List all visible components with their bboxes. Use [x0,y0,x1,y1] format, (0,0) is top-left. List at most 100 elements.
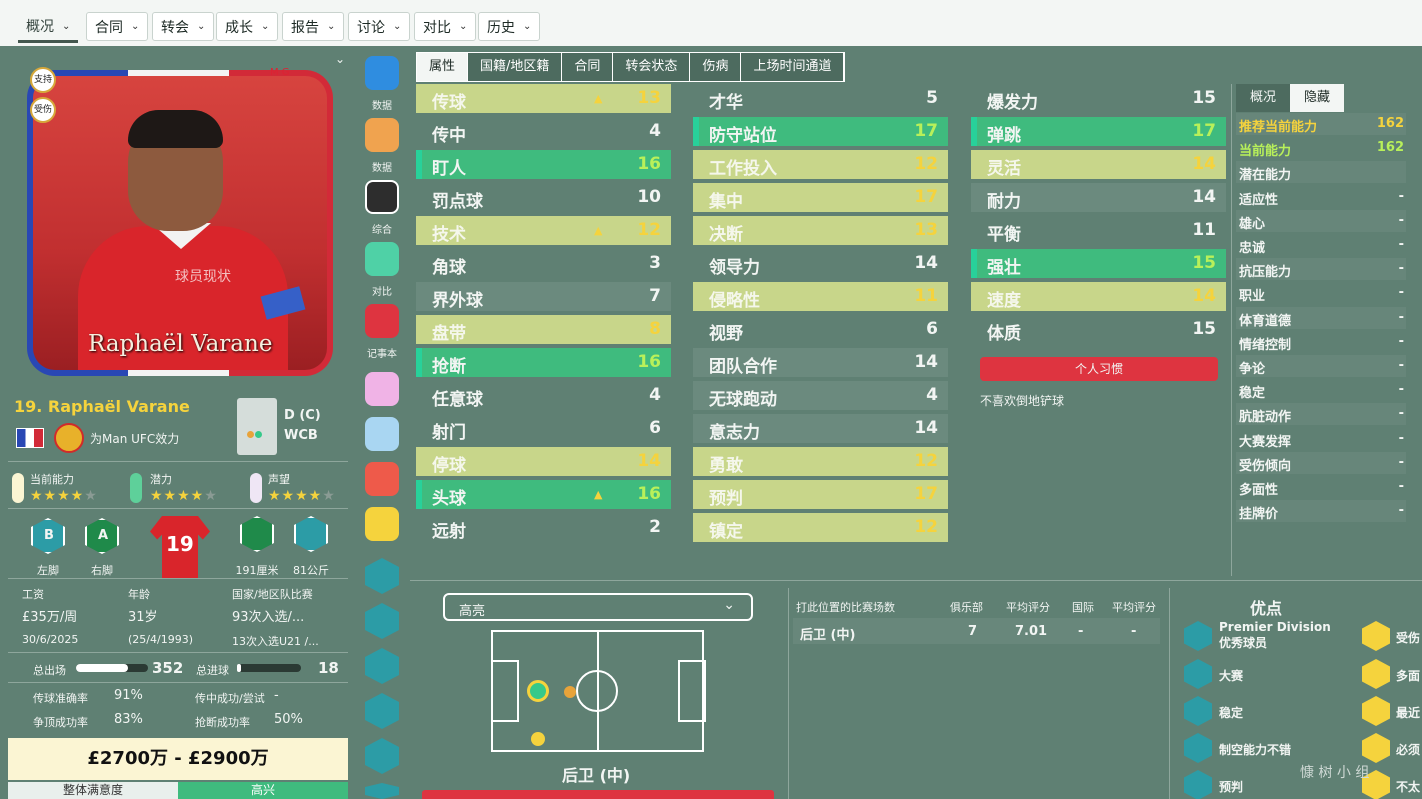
extra-icon[interactable] [365,783,399,799]
weakness-item[interactable]: 最近 [1396,704,1420,721]
table-header[interactable]: 国际 [1072,599,1094,615]
tab-contract[interactable]: 合同 [562,53,614,81]
hidden-attribute-row[interactable]: 抗压能力 - [1236,258,1406,281]
intl-caps[interactable]: 93次入选/... [232,606,304,625]
attribute-row[interactable]: 勇敢 12 [693,447,948,476]
weakness-item[interactable]: 不太 [1396,778,1420,795]
hidden-attribute-row[interactable]: 忠诚 - [1236,234,1406,256]
bulb-icon[interactable] [365,738,399,774]
hidden-attribute-row[interactable]: 争论 - [1236,355,1406,377]
attribute-row[interactable]: 视野 6 [693,315,948,344]
attribute-row[interactable]: 意志力 14 [693,414,948,443]
attribute-row[interactable]: 停球 14 [416,447,671,476]
target-icon[interactable] [365,648,399,684]
transfer-value[interactable]: £2700万 - £2900万 [8,738,348,780]
attribute-row[interactable]: 体质 15 [971,315,1226,344]
injury-badge[interactable]: 受伤 [30,97,56,123]
attribute-row[interactable]: 抢断 16 [416,348,671,377]
strength-item[interactable]: 制空能力不错 [1219,741,1291,758]
attribute-row[interactable]: 强壮 15 [971,249,1226,278]
attribute-row[interactable]: 技术 12 ▲ [416,216,671,245]
attribute-row[interactable]: 射门 6 [416,414,671,443]
attribute-row[interactable]: 才华 5 [693,84,948,113]
u21-caps[interactable]: 13次入选U21 /... [232,633,319,649]
video-icon[interactable] [365,118,399,152]
club-text[interactable]: 为Man UFC效力 [90,430,179,447]
attribute-row[interactable]: 任意球 4 [416,381,671,410]
support-badge[interactable]: 支持 [30,67,56,93]
club-crest-icon[interactable] [54,423,84,453]
hidden-attribute-row[interactable]: 受伤倾向 - [1236,451,1406,474]
attribute-row[interactable]: 远射 2 [416,513,671,542]
hidden-attribute-row[interactable]: 职业 - [1236,282,1406,304]
morale-bar[interactable]: 整体满意度 高兴 [8,782,348,799]
attribute-row[interactable]: 镇定 12 [693,513,948,542]
bookmark-icon[interactable] [365,242,399,276]
nav-development[interactable]: 成长 ⌄ [216,12,279,41]
boot-icon[interactable] [365,693,399,729]
hidden-attribute-row[interactable]: 潜在能力 [1236,161,1406,184]
nav-overview[interactable]: 概况 ⌄ [18,12,79,43]
attribute-row[interactable]: 平衡 11 [971,216,1226,245]
hidden-attribute-row[interactable]: 适应性 - [1236,186,1406,208]
hidden-attribute-row[interactable]: 大赛发挥 - [1236,428,1406,450]
nav-transfer[interactable]: 转会 ⌄ [152,12,215,41]
tab-transfer-status[interactable]: 转会状态 [613,53,691,81]
star-icon[interactable] [365,558,399,594]
tab-nationality[interactable]: 国籍/地区籍 [468,53,563,81]
table-header[interactable]: 平均评分 [1112,599,1156,615]
strength-item[interactable]: Premier Division优秀球员 [1219,620,1339,651]
hidden-attribute-row[interactable]: 当前能力 162 [1236,137,1406,159]
strength-item[interactable]: 稳定 [1219,704,1243,721]
attribute-row[interactable]: 罚点球 10 [416,183,671,212]
attribute-row[interactable]: 工作投入 12 [693,150,948,179]
attribute-row[interactable]: 传球 13 ▲ [416,84,671,113]
tab-hidden[interactable]: 隐藏 [1290,84,1344,112]
whistle-icon[interactable] [365,603,399,639]
red-action-bar[interactable] [422,790,774,799]
tab-playing-time[interactable]: 上场时间通道 [741,53,845,81]
attribute-row[interactable]: 角球 3 [416,249,671,278]
table-header[interactable]: 俱乐部 [950,599,983,615]
hidden-attribute-row[interactable]: 稳定 - [1236,379,1406,401]
attribute-row[interactable]: 界外球 7 [416,282,671,311]
attribute-row[interactable]: 灵活 14 [971,150,1226,179]
attribute-row[interactable]: 决断 13 [693,216,948,245]
attribute-row[interactable]: 团队合作 14 [693,348,948,377]
table-header[interactable]: 平均评分 [1006,599,1050,615]
hidden-attribute-row[interactable]: 多面性 - [1236,476,1406,498]
hidden-attribute-row[interactable]: 体育道德 - [1236,306,1406,329]
weakness-item[interactable]: 必须 [1396,741,1420,758]
hidden-attribute-row[interactable]: 雄心 - [1236,209,1406,232]
attribute-row[interactable]: 耐力 14 [971,183,1226,212]
attribute-row[interactable]: 盘带 8 [416,315,671,344]
nav-compare[interactable]: 对比 ⌄ [414,12,477,41]
attribute-row[interactable]: 爆发力 15 [971,84,1226,113]
attribute-row[interactable]: 传中 4 [416,117,671,146]
weakness-item[interactable]: 受伤 [1396,629,1420,646]
grid-icon[interactable] [365,56,399,90]
habits-button[interactable]: 个人习惯 [980,357,1218,381]
strength-item[interactable]: 大赛 [1219,667,1243,684]
hidden-attribute-row[interactable]: 挂牌价 - [1236,500,1406,523]
notebook-icon[interactable] [365,304,399,338]
strength-item[interactable]: 预判 [1219,778,1243,795]
attribute-row[interactable]: 集中 17 [693,183,948,212]
weakness-item[interactable]: 多面 [1396,667,1420,684]
layers-icon[interactable] [365,180,399,214]
hidden-attribute-row[interactable]: 情绪控制 - [1236,331,1406,353]
tab-attributes[interactable]: 属性 [417,53,469,81]
mask-icon[interactable] [365,372,399,406]
attribute-row[interactable]: 无球跑动 4 [693,381,948,410]
nav-report[interactable]: 报告 ⌄ [282,12,345,41]
attribute-row[interactable]: 盯人 16 [416,150,671,179]
attribute-row[interactable]: 防守站位 17 [693,117,948,146]
hidden-attribute-row[interactable]: 肮脏动作 - [1236,403,1406,426]
nav-discussion[interactable]: 讨论 ⌄ [348,12,411,41]
lightning-icon[interactable] [365,507,399,541]
rank-icon[interactable] [365,417,399,451]
attribute-row[interactable]: 弹跳 17 [971,117,1226,146]
tab-injuries[interactable]: 伤病 [690,53,742,81]
attribute-row[interactable]: 预判 17 [693,480,948,509]
attribute-row[interactable]: 头球 16 ▲ [416,480,671,509]
